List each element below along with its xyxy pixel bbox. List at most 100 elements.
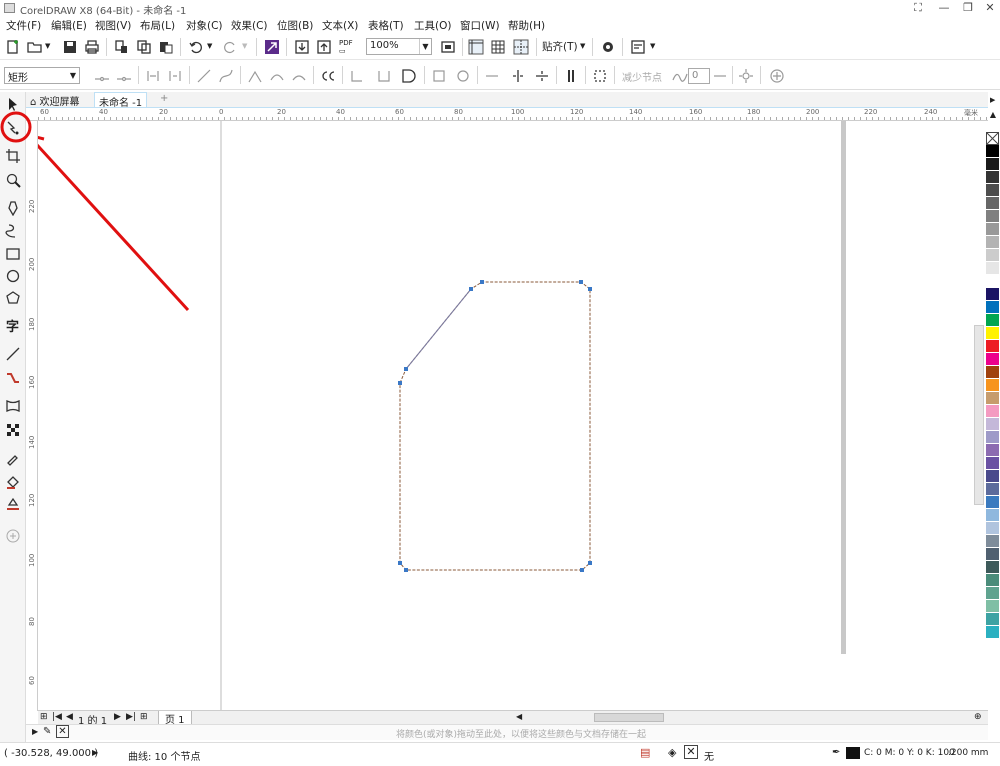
show-grid-icon[interactable] [490,39,506,55]
rectangle-tool-icon[interactable] [5,246,21,262]
break-curve-icon[interactable] [167,68,183,84]
restore-button[interactable]: ❐ [958,1,978,15]
new-document-icon[interactable] [5,39,21,55]
color-swatch[interactable] [986,262,999,275]
drawing-canvas[interactable] [38,121,972,710]
color-swatch[interactable] [986,509,999,522]
color-swatch[interactable] [986,340,999,353]
menu-table[interactable]: 表格(T) [368,18,404,33]
color-swatch[interactable] [986,288,999,301]
open-dropdown-icon[interactable]: ▼ [45,42,50,50]
save-icon[interactable] [62,39,78,55]
reflect-vertical-icon[interactable] [534,68,550,84]
eyedropper-icon[interactable] [5,450,21,466]
next-page-icon[interactable]: ▶ [114,712,121,722]
zoom-level-combo[interactable]: 100% ▼ [366,38,432,55]
color-swatch[interactable] [986,522,999,535]
artistic-media-icon[interactable] [5,222,21,238]
vertical-ruler[interactable]: 220 200 180 160 140 120 100 80 60 [27,121,38,711]
redo-dropdown-icon[interactable]: ▼ [242,42,247,50]
color-swatch[interactable] [986,548,999,561]
redo-icon[interactable] [222,39,238,55]
open-icon[interactable] [27,39,43,55]
smoothness-input[interactable]: 0 [688,68,710,84]
menu-view[interactable]: 视图(V) [95,18,131,33]
print-icon[interactable] [84,39,100,55]
fill-none-swatch[interactable]: ✕ [684,745,698,759]
palette-menu-icon[interactable]: ▶ [32,727,38,736]
outline-pen-icon[interactable]: ✒ [832,747,840,758]
shape-type-dropdown-icon[interactable]: ▼ [67,68,79,83]
outline-color-swatch[interactable] [846,747,860,759]
menu-file[interactable]: 文件(F) [6,18,41,33]
color-swatch[interactable] [986,496,999,509]
copy-icon[interactable] [136,39,152,55]
menu-text[interactable]: 文本(X) [322,18,358,33]
publish-pdf-icon[interactable]: PDF ▭ [339,39,353,55]
menu-window[interactable]: 窗口(W) [460,18,500,33]
smart-fill-icon[interactable] [5,496,21,512]
import-icon[interactable] [264,39,280,55]
color-swatch[interactable] [986,184,999,197]
color-swatch[interactable] [986,483,999,496]
show-guidelines-icon[interactable] [513,39,529,55]
application-launcher-icon[interactable] [630,39,646,55]
color-swatch[interactable] [986,392,999,405]
extend-curve-icon[interactable] [349,68,365,84]
account-icon[interactable]: ⛶ [908,1,928,15]
prev-page-icon[interactable]: ◀ [66,712,73,722]
first-page-icon[interactable]: |◀ [52,712,62,722]
add-node-icon[interactable] [94,68,110,84]
import-down-icon[interactable] [294,39,310,55]
to-curve-icon[interactable] [218,68,234,84]
to-line-icon[interactable] [196,68,212,84]
color-swatch[interactable] [986,418,999,431]
color-swatch[interactable] [986,158,999,171]
last-page-icon[interactable]: ▶| [126,712,136,722]
paste-icon[interactable] [158,39,174,55]
quick-customize-icon[interactable] [769,68,785,84]
status-expand-icon[interactable]: ▶ [92,748,98,757]
smoothness-slider-icon[interactable] [712,68,728,84]
smooth-node-icon[interactable] [269,68,285,84]
color-swatch[interactable] [986,249,999,262]
fill-icon[interactable]: ◈ [668,746,676,759]
color-swatch[interactable] [986,405,999,418]
color-swatch[interactable] [986,457,999,470]
undo-dropdown-icon[interactable]: ▼ [207,42,212,50]
menu-tools[interactable]: 工具(O) [414,18,451,33]
node-selection-icon[interactable] [738,68,754,84]
menu-object[interactable]: 对象(C) [186,18,223,33]
color-swatch[interactable] [986,197,999,210]
color-swatch[interactable] [986,171,999,184]
color-swatch[interactable] [986,613,999,626]
zoom-dropdown-icon[interactable]: ▼ [419,39,431,54]
color-swatch[interactable] [986,327,999,340]
transparency-icon[interactable] [5,422,21,438]
color-swatch[interactable] [986,353,999,366]
symmetrical-node-icon[interactable] [291,68,307,84]
minimize-button[interactable]: — [934,1,954,15]
horizontal-scrollbar[interactable] [594,713,664,722]
cusp-node-icon[interactable] [247,68,263,84]
no-color-icon[interactable]: ✕ [56,725,69,738]
options-gear-icon[interactable] [600,39,616,55]
menu-layout[interactable]: 布局(L) [140,18,175,33]
interactive-fill-icon[interactable] [5,474,21,490]
join-nodes-icon[interactable] [145,68,161,84]
snap-dropdown-icon[interactable]: ▼ [580,42,585,50]
snap-to-menu[interactable]: 贴齐(T) [542,39,578,54]
add-icon[interactable] [5,528,21,544]
export-icon[interactable] [316,39,332,55]
color-swatch[interactable] [986,314,999,327]
color-swatch[interactable] [986,145,999,158]
color-swatch[interactable] [986,379,999,392]
new-tab-button[interactable]: + [156,92,172,107]
color-swatch[interactable] [986,236,999,249]
zoom-icon[interactable]: ⊕ [974,712,982,722]
reduce-nodes-button[interactable]: 减少节点 [622,69,662,84]
reverse-direction-icon[interactable] [320,68,336,84]
elastic-mode-icon[interactable] [563,68,579,84]
color-proof-icon[interactable]: ▤ [640,746,650,759]
vertical-scrollbar[interactable] [974,325,984,505]
